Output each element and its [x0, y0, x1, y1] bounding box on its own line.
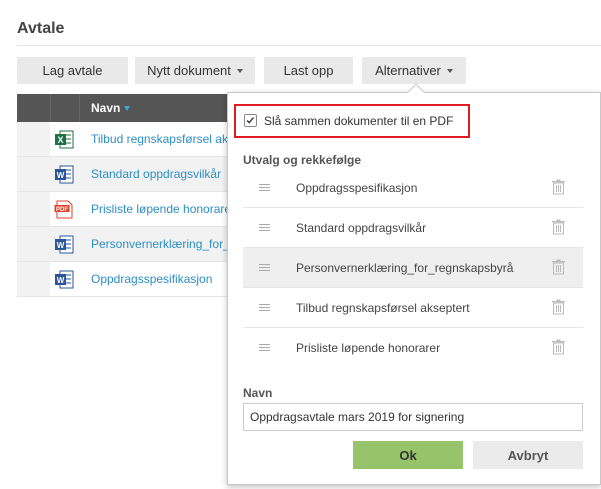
row-link[interactable]: Prisliste løpende honorarer — [91, 202, 235, 216]
svg-text:PDF: PDF — [56, 207, 68, 213]
word-icon: W — [55, 235, 74, 254]
row-selector — [17, 262, 50, 296]
drag-handle-icon[interactable] — [259, 184, 270, 192]
word-icon: W — [55, 165, 74, 184]
pdf-icon: PDF — [54, 200, 73, 219]
order-item[interactable]: Personvernerklæring_for_regnskapsbyrå — [243, 248, 583, 288]
column-header-name[interactable]: Navn — [91, 101, 131, 115]
title-divider — [17, 45, 601, 46]
drag-handle-icon[interactable] — [259, 224, 270, 232]
excel-icon: X — [55, 130, 74, 149]
page-title: Avtale — [17, 20, 65, 37]
nytt-dokument-button[interactable]: Nytt dokument — [135, 57, 255, 84]
sort-arrow-icon — [124, 106, 131, 111]
svg-text:W: W — [57, 276, 65, 285]
row-selector — [17, 192, 50, 226]
svg-text:W: W — [57, 171, 65, 180]
svg-text:W: W — [57, 241, 65, 250]
trash-icon[interactable] — [551, 259, 566, 275]
cancel-button[interactable]: Avbryt — [473, 441, 583, 469]
drag-handle-icon[interactable] — [259, 264, 270, 272]
lag-avtale-label: Lag avtale — [42, 63, 103, 78]
merge-pdf-checkbox[interactable] — [244, 114, 257, 127]
order-heading: Utvalg og rekkefølge — [243, 153, 362, 167]
row-selector — [17, 122, 50, 156]
order-item-label: Oppdragsspesifikasjon — [296, 181, 418, 195]
last-opp-label: Last opp — [283, 63, 334, 78]
order-item-label: Tilbud regnskapsførsel akseptert — [296, 301, 470, 315]
ok-button[interactable]: Ok — [353, 441, 463, 469]
name-heading: Navn — [243, 386, 273, 400]
last-opp-button[interactable]: Last opp — [264, 57, 353, 84]
svg-text:X: X — [57, 135, 63, 145]
row-link[interactable]: Standard oppdragsvilkår — [91, 167, 221, 181]
row-link[interactable]: Personvernerklæring_for_ — [91, 237, 230, 251]
row-link[interactable]: Oppdragsspesifikasjon — [91, 272, 212, 286]
order-item-label: Prisliste løpende honorarer — [296, 341, 441, 355]
alternativer-label: Alternativer — [375, 63, 441, 78]
chevron-down-icon — [446, 68, 453, 73]
nytt-dokument-label: Nytt dokument — [147, 63, 231, 78]
word-icon: W — [55, 270, 74, 289]
order-item[interactable]: Tilbud regnskapsførsel akseptert — [243, 288, 583, 328]
column-header-label: Navn — [91, 101, 121, 115]
header-divider — [50, 94, 51, 122]
chevron-down-icon — [236, 68, 243, 73]
alternativer-button[interactable]: Alternativer — [362, 57, 466, 84]
order-item[interactable]: Prisliste løpende honorarer — [243, 328, 583, 368]
checkmark-icon — [246, 117, 254, 124]
order-item-label: Personvernerklæring_for_regnskapsbyrå — [296, 261, 514, 275]
trash-icon[interactable] — [551, 339, 566, 355]
trash-icon[interactable] — [551, 219, 566, 235]
trash-icon[interactable] — [551, 179, 566, 195]
row-selector — [17, 227, 50, 261]
row-selector — [17, 157, 50, 191]
merge-pdf-label[interactable]: Slå sammen dokumenter til en PDF — [264, 114, 453, 128]
drag-handle-icon[interactable] — [259, 304, 270, 312]
lag-avtale-button[interactable]: Lag avtale — [17, 57, 128, 84]
drag-handle-icon[interactable] — [259, 344, 270, 352]
order-item-label: Standard oppdragsvilkår — [296, 221, 427, 235]
order-item[interactable]: Oppdragsspesifikasjon — [243, 168, 583, 208]
header-divider — [79, 94, 80, 122]
row-link[interactable]: Tilbud regnskapsførsel ak — [91, 132, 228, 146]
name-input[interactable] — [243, 403, 583, 431]
order-item[interactable]: Standard oppdragsvilkår — [243, 208, 583, 248]
trash-icon[interactable] — [551, 299, 566, 315]
